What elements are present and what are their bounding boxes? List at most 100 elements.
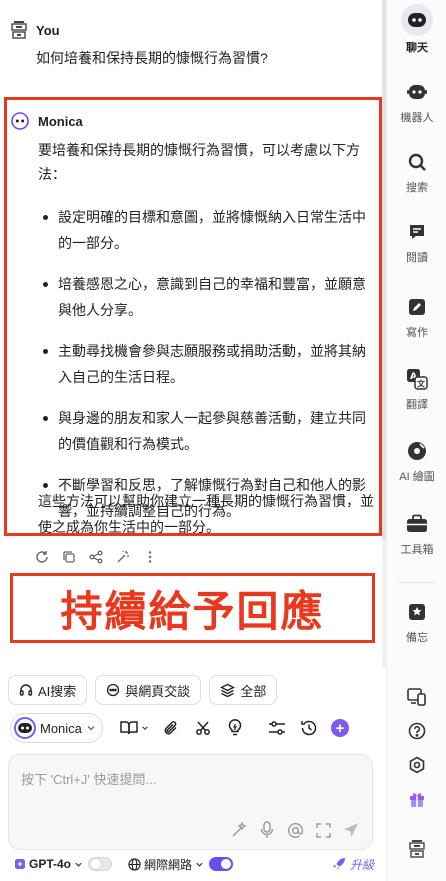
scissors-icon[interactable] [193, 718, 213, 738]
prompt-input[interactable] [21, 769, 361, 809]
list-item: 培養感恩之心，意識到自己的幸福和豐富，並願意與他人分享。 [38, 271, 374, 323]
assistant-outro: 這些方法可以幫助你建立一種長期的慷慨行為習慣，並使之成為你生活中的一部分。 [38, 493, 374, 535]
sparkle-icon[interactable] [230, 821, 248, 839]
prompt-input-box [8, 754, 373, 850]
monica-avatar-icon [11, 112, 29, 130]
gpt-model-label: GPT-4o [29, 857, 72, 871]
chevron-down-icon [196, 862, 203, 867]
sidebar-item-write[interactable]: 寫作 [387, 293, 446, 340]
quick-actions: AI搜索 與網頁交談 全部 [8, 675, 278, 705]
more-options-icon[interactable] [142, 550, 157, 565]
chevron-down-icon[interactable] [141, 718, 149, 738]
book-icon[interactable] [119, 718, 139, 738]
sidebar-item-search[interactable]: 搜索 [387, 148, 446, 195]
toolbox-icon [403, 510, 431, 538]
pencil-icon [403, 293, 431, 321]
sidebar-item-label: 工具箱 [400, 544, 434, 556]
chevron-down-icon [87, 726, 95, 731]
toggle-knob [221, 859, 232, 869]
all-label: 全部 [240, 683, 267, 699]
palette-icon [403, 437, 431, 465]
sidebar-item-label: 翻譯 [406, 399, 428, 411]
assistant-name: Monica [38, 114, 83, 129]
model-sparkle-icon [15, 859, 25, 869]
expand-icon[interactable] [314, 821, 332, 839]
user-message-text: 如何培養和保持長期的慷慨行為習慣? [36, 50, 268, 66]
sidebar-item-memo[interactable]: 備忘 [387, 598, 446, 645]
sidebar-item-label: 閱讀 [406, 252, 428, 264]
new-chat-button[interactable]: + [330, 719, 349, 737]
bot-icon [403, 78, 431, 106]
help-icon[interactable] [403, 717, 431, 745]
send-icon[interactable] [342, 821, 360, 839]
svg-text:文: 文 [417, 379, 426, 389]
history-icon[interactable] [299, 718, 319, 738]
sliders-icon[interactable] [267, 718, 287, 738]
list-item: 設定明確的目標和意圖，並將慷慨納入日常生活中的一部分。 [38, 204, 374, 256]
callout-banner-text: 持續給予回應 [60, 586, 325, 636]
chevron-down-icon [75, 862, 82, 867]
monica-avatar-icon [14, 717, 36, 739]
sidebar-item-read[interactable]: 閱讀 [387, 218, 446, 265]
all-chip[interactable]: 全部 [209, 675, 278, 705]
upgrade-button[interactable]: 升級 [332, 856, 374, 873]
composer-footer: GPT-4o 網際網路 升級 [14, 854, 374, 874]
sidebar-item-bots[interactable]: 機器人 [387, 78, 446, 125]
search-icon [403, 148, 431, 176]
sidebar-item-toolbox[interactable]: 工具箱 [387, 510, 446, 557]
sidebar-item-chat[interactable]: 聊天 [387, 4, 446, 55]
chat-with-page-chip[interactable]: 與網頁交談 [95, 675, 202, 705]
list-item: 主動尋找機會參與志願服務或捐助活動，並將其納入自己的生活日程。 [38, 338, 374, 390]
sidebar-item-label: AI 繪圖 [399, 471, 435, 483]
ai-search-chip[interactable]: AI搜索 [8, 675, 88, 705]
at-mention-icon[interactable] [286, 821, 304, 839]
sidebar-item-translate[interactable]: A文 翻譯 [387, 365, 446, 412]
devices-icon[interactable] [403, 683, 431, 711]
chat-with-page-label: 與網頁交談 [125, 683, 191, 699]
ai-search-label: AI搜索 [38, 683, 77, 699]
sidebar-item-label: 搜索 [406, 182, 428, 194]
chat-robot-icon [401, 4, 433, 36]
sidebar-item-label: 寫作 [406, 327, 428, 339]
sidebar-divider [399, 582, 435, 583]
sidebar-item-label: 聊天 [406, 42, 428, 54]
magic-wand-icon[interactable] [115, 550, 130, 565]
user-name: You [36, 23, 60, 38]
translate-icon: A文 [403, 365, 431, 393]
layers-icon [220, 683, 236, 697]
right-sidebar: 聊天 機器人 搜索 閱讀 寫作 A文 翻譯 AI 繪圖 工具箱 備忘 [386, 0, 446, 881]
web-search-dropdown[interactable]: 網際網路 [128, 856, 204, 873]
microphone-icon[interactable] [258, 821, 276, 839]
model-selector[interactable]: Monica [10, 713, 103, 743]
composer-tools: + [119, 718, 349, 738]
lightbulb-icon[interactable] [225, 718, 245, 738]
share-icon[interactable] [88, 550, 103, 565]
globe-icon [128, 857, 141, 871]
list-item: 與身邊的朋友和家人一起參與慈善活動，建立共同的價值觀和行為模式。 [38, 405, 374, 457]
memo-icon [403, 598, 431, 626]
attachment-icon[interactable] [161, 718, 181, 738]
rocket-icon [332, 858, 345, 870]
model-toggle[interactable] [88, 857, 113, 871]
headset-icon [19, 684, 33, 696]
chat-panel: You 如何培養和保持長期的慷慨行為習慣? Monica 要培養和保持長期的慷慨… [0, 0, 386, 668]
input-actions [230, 821, 360, 839]
sidebar-item-ai-drawing[interactable]: AI 繪圖 [387, 437, 446, 484]
gpt-model-dropdown[interactable]: GPT-4o [14, 857, 83, 871]
copy-icon[interactable] [61, 550, 76, 565]
user-avatar-icon[interactable] [403, 835, 431, 863]
model-selector-label: Monica [40, 720, 82, 736]
settings-icon[interactable] [403, 751, 431, 779]
user-avatar-icon [10, 20, 28, 42]
read-icon [403, 218, 431, 246]
web-search-label: 網際網路 [144, 857, 193, 872]
assistant-message: Monica 要培養和保持長期的慷慨行為習慣，可以考慮以下方法： 設定明確的目標… [4, 97, 382, 536]
web-search-toggle[interactable] [209, 857, 234, 871]
upgrade-label: 升級 [349, 857, 374, 872]
sidebar-item-label: 備忘 [406, 632, 428, 644]
gift-icon[interactable] [403, 785, 431, 813]
message-actions [34, 548, 157, 566]
callout-banner: 持續給予回應 [10, 573, 375, 643]
regenerate-icon[interactable] [34, 550, 49, 565]
toggle-knob [91, 859, 102, 869]
